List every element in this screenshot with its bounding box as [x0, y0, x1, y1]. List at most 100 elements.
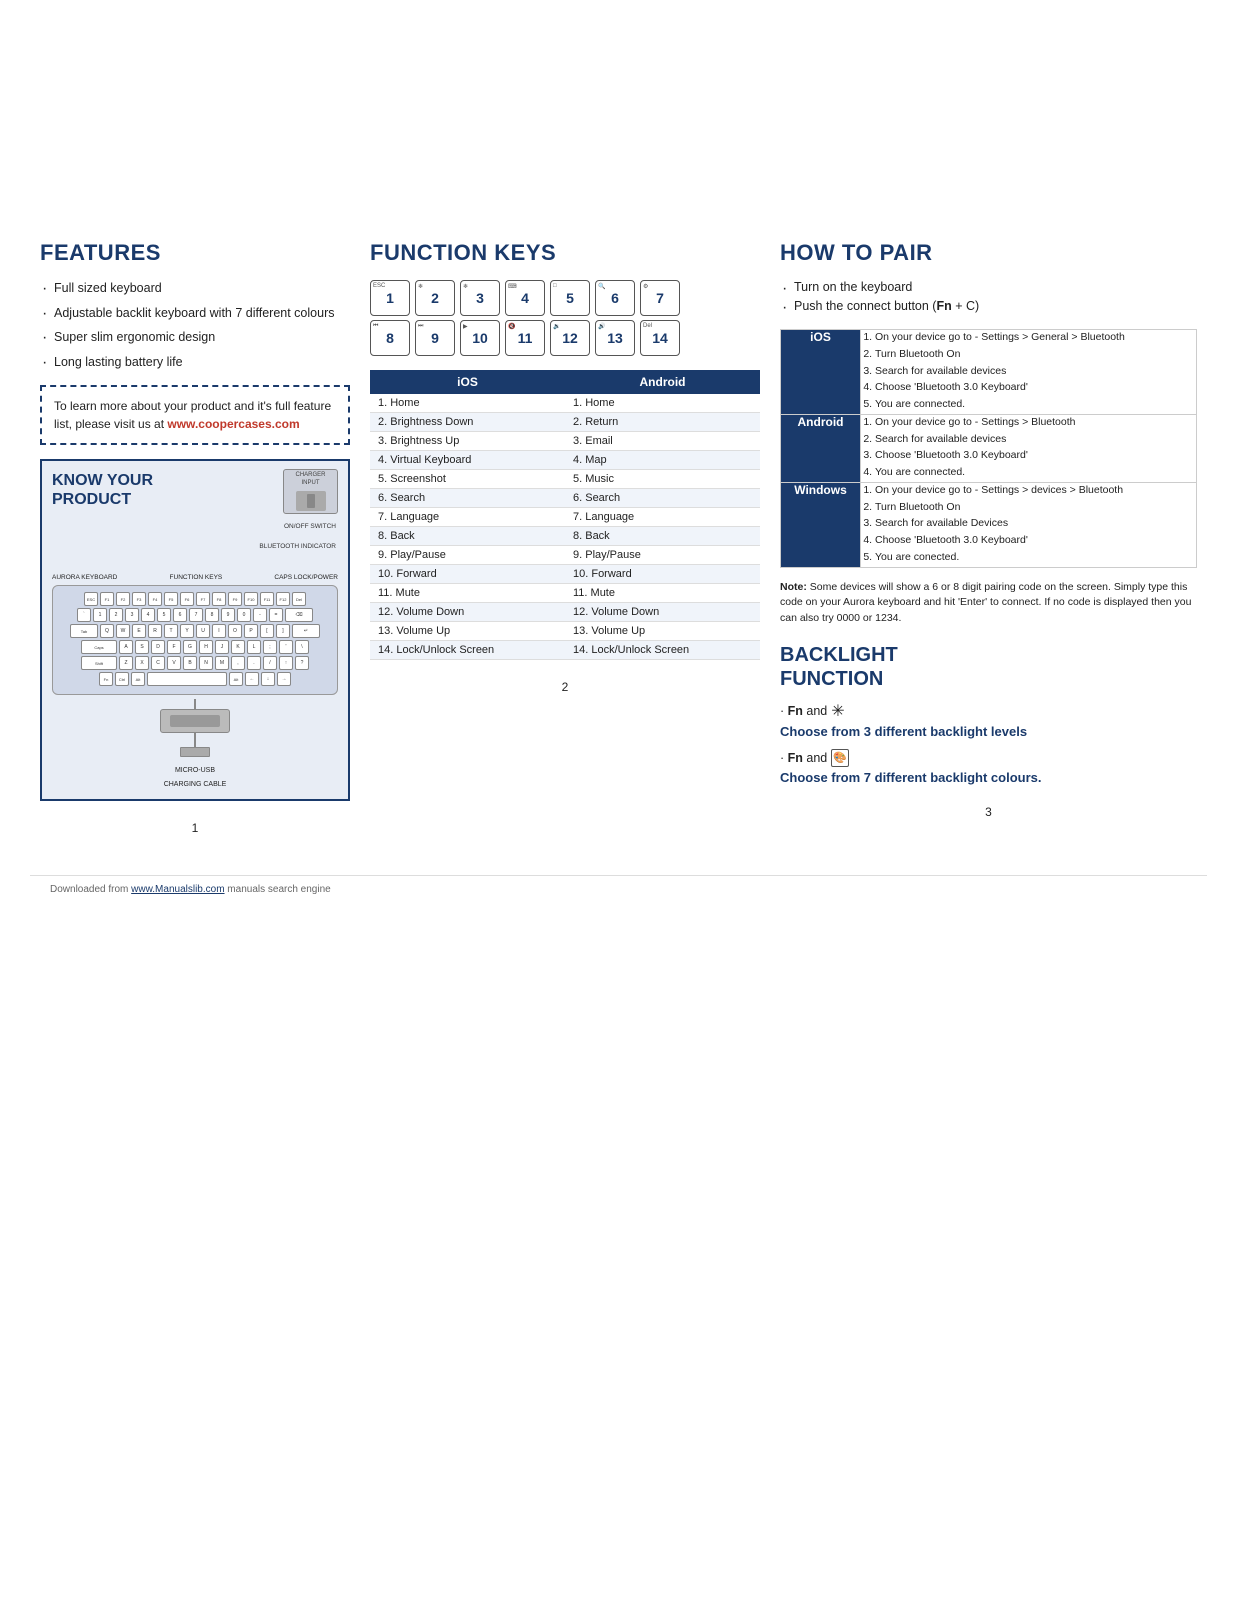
- list-item: Super slim ergonomic design: [40, 329, 350, 347]
- kb-key: 7: [189, 608, 203, 622]
- fk-key-4: ⌨ 4: [505, 280, 545, 316]
- kb-key: Tab: [70, 624, 98, 638]
- fk-key-5: □ 5: [550, 280, 590, 316]
- kb-key: T: [164, 624, 178, 638]
- kb-key: .: [247, 656, 261, 670]
- list-item: Choose 'Bluetooth 3.0 Keyboard': [875, 380, 1196, 396]
- footer-link[interactable]: www.Manualslib.com: [131, 884, 224, 895]
- kb-key: D: [151, 640, 165, 654]
- table-cell-ios: 3. Brightness Up: [370, 432, 565, 451]
- list-item: Adjustable backlit keyboard with 7 diffe…: [40, 305, 350, 323]
- page-wrapper: FEATURES Full sized keyboard Adjustable …: [0, 0, 1237, 943]
- how-to-pair-title: HOW TO PAIR: [780, 240, 1197, 266]
- charger-label: CHARGERINPUT: [295, 472, 325, 486]
- kb-key: `: [77, 608, 91, 622]
- table-cell-ios: 14. Lock/Unlock Screen: [370, 641, 565, 660]
- aurora-keyboard-label: AURORA KEYBOARD: [52, 574, 117, 581]
- how-to-pair-column: HOW TO PAIR Turn on the keyboard Push th…: [780, 240, 1197, 819]
- note-box: Note: Some devices will show a 6 or 8 di…: [780, 580, 1197, 627]
- kb-key: F10: [244, 592, 258, 606]
- fk-key-11: 🔇 11: [505, 320, 545, 356]
- fk-key-12: 🔉 12: [550, 320, 590, 356]
- function-keys-label: FUNCTION KEYS: [170, 574, 223, 581]
- table-cell-android: 12. Volume Down: [565, 603, 760, 622]
- table-cell-android: 4. Map: [565, 451, 760, 470]
- table-header-android: Android: [565, 370, 760, 394]
- table-row: 14. Lock/Unlock Screen14. Lock/Unlock Sc…: [370, 641, 760, 660]
- color-icon: 🎨: [831, 749, 849, 767]
- kb-key: ←: [245, 672, 259, 686]
- list-item: Full sized keyboard: [40, 280, 350, 298]
- kb-row-bottom: Fn Ctrl Alt Alt ← ↓ →: [59, 672, 331, 686]
- list-item: Search for available devices: [875, 432, 1196, 448]
- function-keys-column: FUNCTION KEYS ESC 1 ❄ 2 ❄ 3: [370, 240, 760, 694]
- main-content: FEATURES Full sized keyboard Adjustable …: [30, 240, 1207, 835]
- list-item: Push the connect button (Fn + C): [780, 299, 1197, 313]
- kb-key: B: [183, 656, 197, 670]
- kb-key: Ctrl: [115, 672, 129, 686]
- platform-label: iOS: [781, 330, 861, 415]
- info-box: To learn more about your product and it'…: [40, 385, 350, 445]
- table-row: 8. Back8. Back: [370, 527, 760, 546]
- kb-key: 3: [125, 608, 139, 622]
- kb-key: Q: [100, 624, 114, 638]
- kb-key: Alt: [131, 672, 145, 686]
- charger-shape: CHARGERINPUT: [283, 469, 338, 514]
- fk-key-3: ❄ 3: [460, 280, 500, 316]
- kb-key: F4: [148, 592, 162, 606]
- platform-label: Windows: [781, 482, 861, 567]
- fk-row-1: ESC 1 ❄ 2 ❄ 3 ⌨ 4: [370, 280, 760, 316]
- bluetooth-label: BLUETOOTH INDICATOR: [259, 543, 336, 550]
- list-item: On your device go to - Settings > device…: [875, 483, 1196, 499]
- page-number-3: 3: [780, 805, 1197, 819]
- note-label: Note:: [780, 581, 810, 593]
- platform-table: iOSOn your device go to - Settings > Gen…: [780, 329, 1197, 568]
- table-header-ios: iOS: [370, 370, 565, 394]
- kb-key: =: [269, 608, 283, 622]
- kb-key: N: [199, 656, 213, 670]
- function-keys-title: FUNCTION KEYS: [370, 240, 760, 266]
- kb-key: F11: [260, 592, 274, 606]
- footer-text: Downloaded from: [50, 884, 131, 895]
- table-cell-android: 9. Play/Pause: [565, 546, 760, 565]
- kb-key: ⌫: [285, 608, 313, 622]
- table-cell-ios: 9. Play/Pause: [370, 546, 565, 565]
- bl-desc-1: Choose from 3 different backlight levels: [780, 724, 1197, 739]
- kb-key: F12: [276, 592, 290, 606]
- top-spacer: [30, 40, 1207, 240]
- table-cell-ios: 12. Volume Down: [370, 603, 565, 622]
- micro-usb-label: MICRO-USB CHARGING CABLE: [52, 761, 338, 789]
- kb-key: 5: [157, 608, 171, 622]
- table-row: 1. Home1. Home: [370, 394, 760, 413]
- features-title: FEATURES: [40, 240, 350, 266]
- table-cell-android: 1. Home: [565, 394, 760, 413]
- table-cell-ios: 7. Language: [370, 508, 565, 527]
- fk-key-1: ESC 1: [370, 280, 410, 316]
- kb-row-zxcv: Shift Z X C V B N M , . / ↑ ?: [59, 656, 331, 670]
- usb-cable-area: [52, 699, 338, 757]
- kb-key: ': [279, 640, 293, 654]
- kb-key: F8: [212, 592, 226, 606]
- sun-icon: ✳: [831, 701, 844, 721]
- table-cell-android: 10. Forward: [565, 565, 760, 584]
- table-cell-ios: 2. Brightness Down: [370, 413, 565, 432]
- list-item: Turn Bluetooth On: [875, 500, 1196, 516]
- kb-key: F5: [164, 592, 178, 606]
- kb-key: L: [247, 640, 261, 654]
- kb-key: A: [119, 640, 133, 654]
- table-cell-android: 14. Lock/Unlock Screen: [565, 641, 760, 660]
- kb-key: ]: [276, 624, 290, 638]
- fk-key-14: Del 14: [640, 320, 680, 356]
- info-link[interactable]: www.coopercases.com: [167, 417, 299, 431]
- pair-list: Turn on the keyboard Push the connect bu…: [780, 280, 1197, 313]
- kb-key: 1: [93, 608, 107, 622]
- list-item: Choose 'Bluetooth 3.0 Keyboard': [875, 533, 1196, 549]
- fk-key-9: ⏭ 9: [415, 320, 455, 356]
- kb-key: O: [228, 624, 242, 638]
- kb-key: Del: [292, 592, 306, 606]
- list-item: You are conected.: [875, 550, 1196, 566]
- fk-row-2: ⏮ 8 ⏭ 9 ▶ 10 🔇 11: [370, 320, 760, 356]
- kb-key: ;: [263, 640, 277, 654]
- kb-key: /: [263, 656, 277, 670]
- table-cell-ios: 13. Volume Up: [370, 622, 565, 641]
